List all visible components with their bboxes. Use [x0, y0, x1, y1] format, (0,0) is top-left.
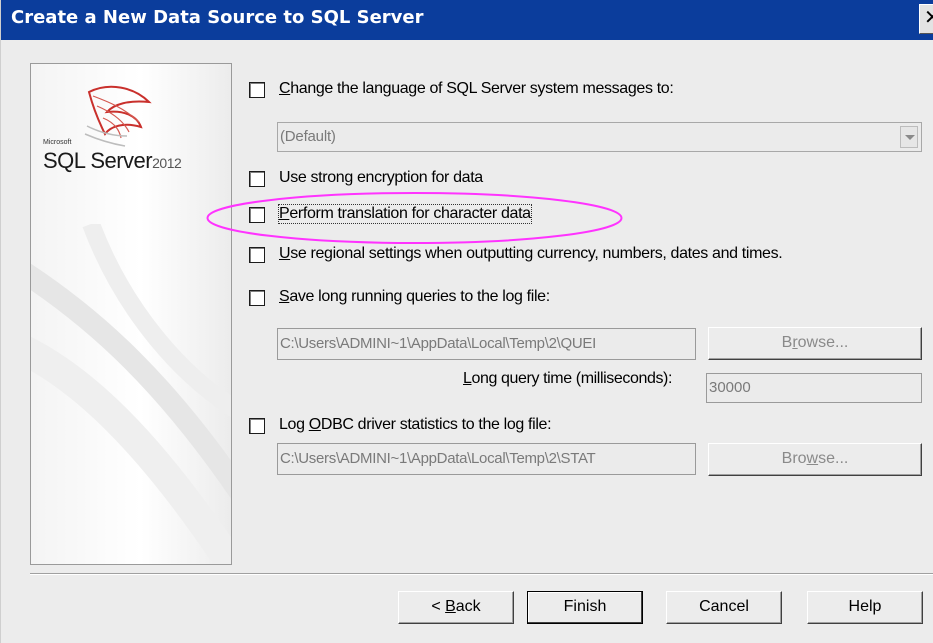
highlight-ellipse-annotation — [206, 192, 623, 244]
regional-settings-label: Use regional settings when outputting cu… — [279, 245, 783, 262]
close-icon: ✕ — [924, 7, 933, 29]
finish-button[interactable]: Finish — [527, 591, 643, 624]
product-title: SQL Server — [43, 148, 153, 173]
regional-settings-checkbox[interactable] — [249, 247, 265, 263]
close-button[interactable]: ✕ — [919, 4, 933, 34]
help-button[interactable]: Help — [807, 591, 923, 624]
long-queries-path-field[interactable]: C:\Users\ADMINI~1\AppData\Local\Temp\2\Q… — [277, 328, 696, 360]
change-language-checkbox[interactable] — [249, 82, 265, 98]
product-version: 2012 — [152, 155, 182, 171]
long-queries-browse-button[interactable]: Browse... — [708, 327, 922, 360]
odbc-stats-path-field[interactable]: C:\Users\ADMINI~1\AppData\Local\Temp\2\S… — [277, 443, 696, 475]
strong-encryption-checkbox[interactable] — [249, 171, 265, 187]
title-bar[interactable]: Create a New Data Source to SQL Server ✕ — [1, 0, 933, 40]
product-name: SQL Server2012 — [43, 148, 182, 174]
sql-server-logo-icon — [84, 85, 152, 147]
long-queries-label: Save long running queries to the log fil… — [279, 288, 550, 305]
odbc-stats-path-value: C:\Users\ADMINI~1\AppData\Local\Temp\2\S… — [280, 450, 596, 467]
long-queries-checkbox[interactable] — [249, 290, 265, 306]
dialog-window: Create a New Data Source to SQL Server ✕… — [0, 0, 933, 643]
language-select[interactable]: (Default) — [277, 122, 922, 152]
long-queries-path-value: C:\Users\ADMINI~1\AppData\Local\Temp\2\Q… — [280, 335, 596, 352]
long-query-time-label: Long query time (milliseconds): — [463, 370, 673, 387]
window-title: Create a New Data Source to SQL Server — [11, 7, 424, 28]
odbc-stats-label: Log ODBC driver statistics to the log fi… — [279, 416, 552, 433]
long-query-time-field[interactable]: 30000 — [706, 373, 922, 403]
chevron-down-icon[interactable] — [900, 126, 918, 148]
change-language-label: Change the language of SQL Server system… — [279, 80, 674, 97]
separator-line — [30, 573, 933, 575]
odbc-stats-browse-button[interactable]: Browse... — [708, 443, 922, 476]
back-button[interactable]: < Back — [398, 591, 514, 624]
decorative-swirl-icon — [31, 224, 231, 564]
cancel-button[interactable]: Cancel — [666, 591, 782, 624]
long-query-time-value: 30000 — [709, 379, 751, 396]
strong-encryption-label: Use strong encryption for data — [279, 169, 483, 186]
sql-server-logo-panel: Microsoft SQL Server2012 — [30, 63, 232, 565]
language-select-value: (Default) — [280, 128, 336, 145]
microsoft-brand-text: Microsoft — [43, 139, 72, 146]
odbc-stats-checkbox[interactable] — [249, 418, 265, 434]
